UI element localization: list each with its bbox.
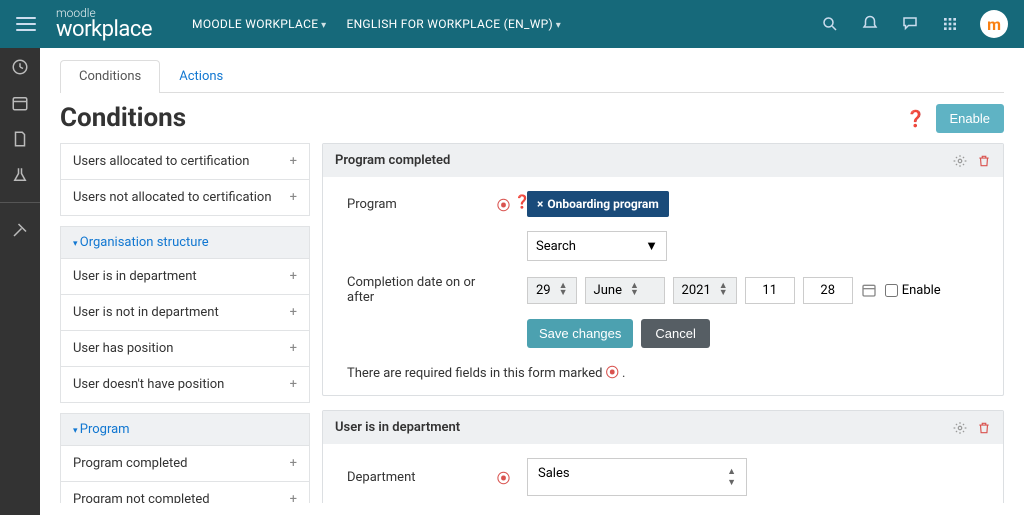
date-enable-checkbox[interactable]: Enable — [885, 283, 941, 298]
enable-button[interactable]: Enable — [936, 104, 1004, 133]
list-item[interactable]: User has position+ — [60, 331, 310, 367]
search-icon[interactable] — [820, 14, 840, 34]
brand-top: moodle — [56, 7, 152, 19]
dashboard-icon[interactable] — [11, 58, 29, 76]
condition-library: Users allocated to certification+ Users … — [60, 143, 310, 503]
apps-icon[interactable] — [940, 14, 960, 34]
list-item[interactable]: Program completed+ — [60, 446, 310, 482]
calendar-icon[interactable] — [11, 94, 29, 112]
chevron-down-icon: ▼ — [645, 238, 658, 254]
department-select[interactable]: Sales▲▼ — [527, 458, 747, 496]
calendar-icon[interactable] — [861, 282, 877, 298]
required-icon: ⦿ — [497, 195, 510, 214]
brand-bottom: workplace — [56, 19, 152, 41]
add-icon[interactable]: + — [290, 341, 297, 356]
menu-toggle[interactable] — [16, 17, 36, 31]
tab-actions[interactable]: Actions — [160, 60, 242, 92]
bell-icon[interactable] — [860, 14, 880, 34]
card-title: Program completed — [335, 153, 450, 168]
list-item[interactable]: Users not allocated to certification+ — [60, 180, 310, 216]
list-item[interactable]: User is in department+ — [60, 259, 310, 295]
lab-icon[interactable] — [11, 166, 29, 184]
add-icon[interactable]: + — [290, 456, 297, 471]
minute-input[interactable]: 28 — [803, 277, 853, 304]
card-title: User is in department — [335, 420, 460, 435]
required-note: There are required fields in this form m… — [347, 362, 979, 381]
required-icon: ⦿ — [497, 468, 510, 487]
add-icon[interactable]: + — [290, 190, 297, 205]
gear-icon[interactable] — [953, 421, 967, 435]
gear-icon[interactable] — [953, 154, 967, 168]
tools-icon[interactable] — [11, 221, 29, 239]
save-button[interactable]: Save changes — [527, 319, 633, 348]
brand-logo[interactable]: moodle workplace — [56, 7, 152, 41]
label-completion-date: Completion date on or after — [347, 275, 497, 305]
add-icon[interactable]: + — [290, 269, 297, 284]
user-avatar[interactable]: m — [980, 10, 1008, 38]
day-select[interactable]: 29▲▼ — [527, 277, 577, 304]
program-chip[interactable]: ×Onboarding program — [527, 191, 669, 217]
add-icon[interactable]: + — [290, 305, 297, 320]
help-icon[interactable]: ❓ — [906, 109, 926, 128]
group-program[interactable]: Program — [60, 413, 310, 446]
add-icon[interactable]: + — [290, 377, 297, 392]
page-title: Conditions — [60, 103, 186, 133]
trash-icon[interactable] — [977, 154, 991, 168]
label-program: Program — [347, 197, 497, 212]
add-icon[interactable]: + — [290, 492, 297, 503]
side-rail — [0, 48, 40, 515]
card-program-completed: Program completed Program ⦿❓ ×Onboarding… — [322, 143, 1004, 396]
cancel-button[interactable]: Cancel — [641, 319, 709, 348]
nav-workplace[interactable]: MOODLE WORKPLACE — [192, 17, 326, 31]
list-item[interactable]: Program not completed+ — [60, 482, 310, 503]
remove-icon[interactable]: × — [537, 197, 543, 211]
rail-separator — [0, 202, 40, 203]
month-select[interactable]: June▲▼ — [585, 277, 665, 304]
group-org-structure[interactable]: Organisation structure — [60, 226, 310, 259]
program-search[interactable]: Search▼ — [527, 231, 667, 261]
tab-conditions[interactable]: Conditions — [60, 60, 160, 92]
year-select[interactable]: 2021▲▼ — [673, 277, 737, 304]
add-icon[interactable]: + — [290, 154, 297, 169]
card-user-in-department: User is in department Department ⦿ Sales… — [322, 410, 1004, 503]
hour-input[interactable]: 11 — [745, 277, 795, 304]
list-item[interactable]: Users allocated to certification+ — [60, 143, 310, 180]
nav-language[interactable]: ENGLISH FOR WORKPLACE (EN_WP) — [346, 17, 561, 31]
file-icon[interactable] — [11, 130, 29, 148]
tabs: Conditions Actions — [60, 60, 1004, 93]
list-item[interactable]: User is not in department+ — [60, 295, 310, 331]
chat-icon[interactable] — [900, 14, 920, 34]
list-item[interactable]: User doesn't have position+ — [60, 367, 310, 403]
label-department: Department — [347, 470, 497, 485]
trash-icon[interactable] — [977, 421, 991, 435]
